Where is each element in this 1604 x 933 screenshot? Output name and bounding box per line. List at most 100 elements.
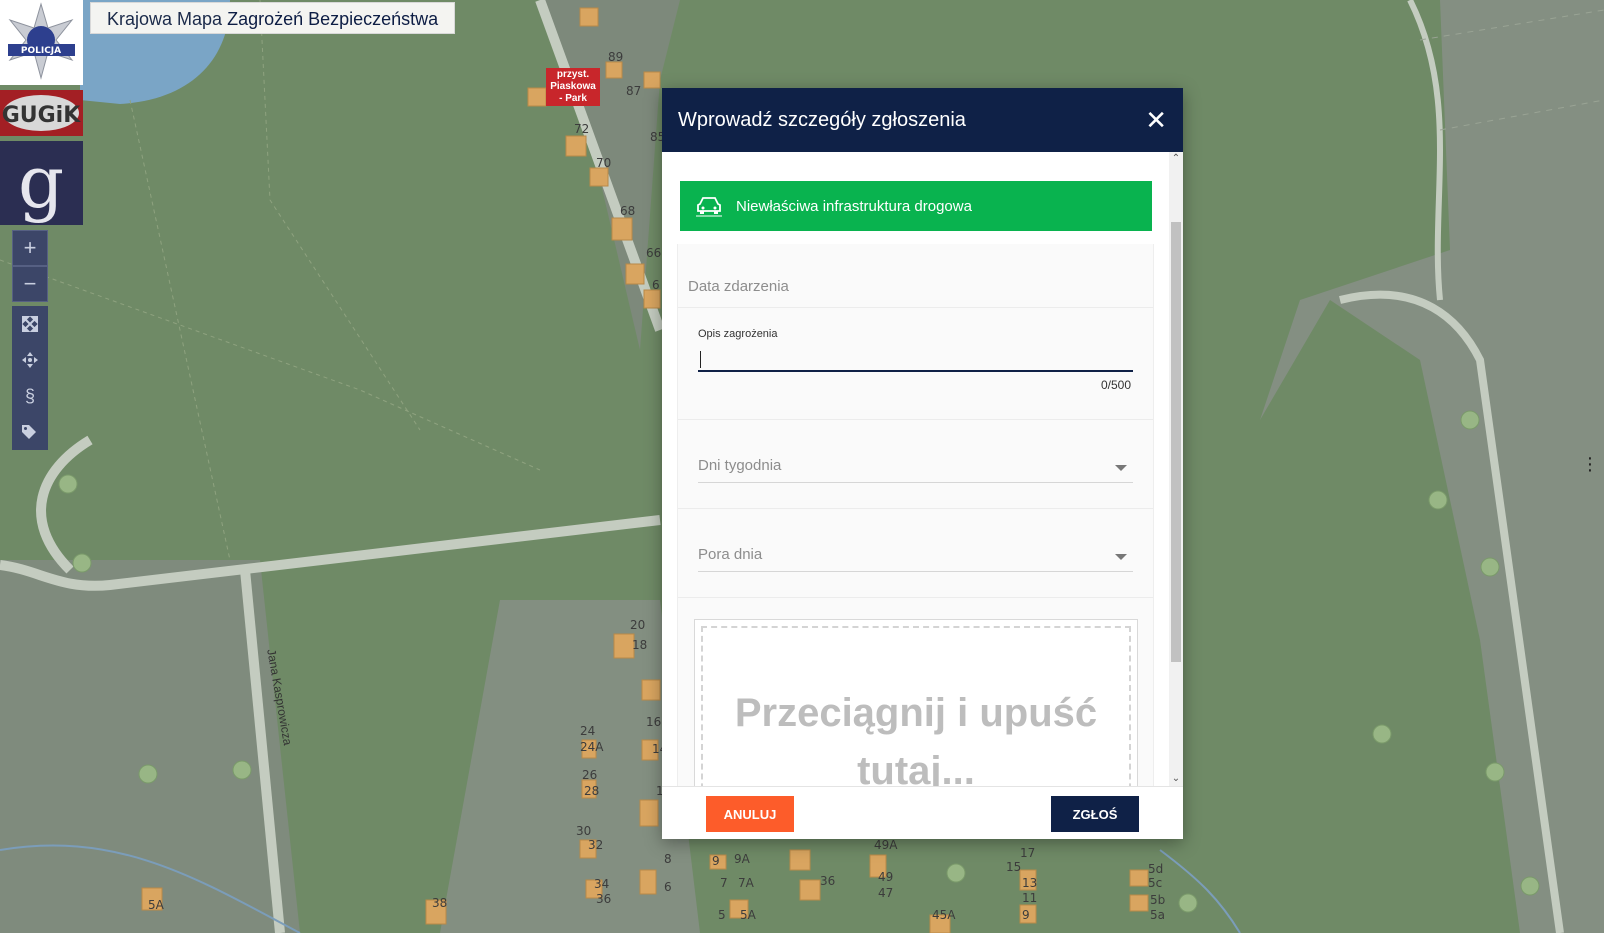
more-options-icon[interactable]: · · ·	[1586, 448, 1594, 480]
house-number: 26	[582, 768, 598, 782]
date-field[interactable]: Data zdarzenia	[678, 244, 1153, 308]
house-number: 8	[664, 852, 672, 866]
dialog-header: Wprowadź szczegóły zgłoszenia ✕	[662, 88, 1183, 152]
house-number: 20	[630, 618, 646, 632]
house-number: 15	[1006, 860, 1022, 874]
house-number: 32	[588, 838, 604, 852]
house-number: 9A	[734, 852, 750, 866]
house-number: 13	[1022, 876, 1038, 890]
house-number: 47	[878, 886, 894, 900]
chevron-down-icon	[1115, 554, 1127, 560]
close-icon[interactable]: ✕	[1145, 107, 1167, 133]
house-number: 72	[574, 122, 590, 136]
gugik-logo-graphic: GUGiK	[2, 95, 82, 131]
bus-stop-line: Piaskowa	[550, 81, 596, 92]
dialog-scrollbar[interactable]: ⌃ ⌄	[1169, 152, 1183, 786]
weekday-placeholder: Dni tygodnia	[698, 457, 782, 474]
house-number: 9	[712, 854, 720, 868]
weekday-select[interactable]: Dni tygodnia	[698, 457, 1133, 483]
file-dropzone[interactable]: Przeciągnij i upuść tutaj...	[694, 619, 1138, 786]
category-label: Niewłaściwa infrastruktura drogowa	[736, 197, 972, 215]
description-row: Opis zagrożenia 0/500	[678, 308, 1153, 420]
zoom-out-button[interactable]: −	[12, 266, 48, 302]
house-number: 17	[1020, 846, 1036, 860]
report-dialog: Wprowadź szczegóły zgłoszenia ✕ Niewłaśc…	[662, 88, 1183, 839]
description-counter: 0/500	[1100, 378, 1131, 392]
geoportal-logo-graphic: g	[18, 140, 64, 224]
cancel-button[interactable]: ANULUJ	[706, 796, 794, 832]
house-number: 49	[878, 870, 894, 884]
house-number: 11	[1022, 891, 1038, 905]
house-number: 28	[584, 784, 600, 798]
house-number: 36	[596, 892, 612, 906]
house-number: 24A	[580, 740, 604, 754]
house-number: 5	[718, 908, 726, 922]
geoportal-logo[interactable]: g	[0, 140, 83, 225]
bus-stop-label: przyst. Piaskowa - Park	[546, 68, 600, 106]
weekday-row: Dni tygodnia	[678, 420, 1153, 509]
time-of-day-placeholder: Pora dnia	[698, 546, 763, 563]
app-title-part2: Zagrożeń Bezpieczeństwa	[227, 9, 439, 29]
dialog-title: Wprowadź szczegóły zgłoszenia	[678, 108, 966, 131]
gugik-logo[interactable]: GUGiK	[0, 90, 83, 136]
house-number: 7	[720, 876, 728, 890]
text-cursor	[700, 351, 701, 368]
house-number: 5d	[1148, 862, 1164, 876]
house-number: 9	[1022, 908, 1030, 922]
house-number: 38	[432, 896, 448, 910]
bus-stop-line: - Park	[559, 93, 587, 104]
house-number: 6	[664, 880, 672, 894]
house-number: 70	[596, 156, 612, 170]
house-number: 36	[820, 874, 836, 888]
move-icon[interactable]	[12, 342, 48, 378]
description-input[interactable]	[698, 348, 1133, 372]
house-number: 5A	[740, 908, 756, 922]
house-number: 5A	[148, 898, 164, 912]
app-title: Krajowa Mapa Zagrożeń Bezpieczeństwa	[90, 2, 456, 34]
car-icon	[696, 197, 722, 217]
house-number: 89	[608, 50, 624, 64]
house-number: 7A	[738, 876, 754, 890]
dialog-body: Niewłaściwa infrastruktura drogowa Data …	[662, 152, 1183, 786]
tag-icon[interactable]	[12, 414, 48, 450]
house-number: 68	[620, 204, 636, 218]
report-form: Data zdarzenia Opis zagrożenia 0/500 Dni…	[677, 244, 1154, 786]
paragraph-icon[interactable]: §	[12, 378, 48, 414]
category-banner: Niewłaściwa infrastruktura drogowa	[680, 181, 1152, 231]
house-number: 45A	[932, 908, 956, 922]
house-number: 5c	[1148, 876, 1163, 890]
scrollbar-thumb[interactable]	[1171, 222, 1181, 662]
house-number: 6	[652, 278, 660, 292]
description-label: Opis zagrożenia	[698, 328, 778, 340]
house-number: 5a	[1150, 908, 1165, 922]
submit-button[interactable]: ZGŁOŚ	[1051, 796, 1139, 832]
house-number: 49A	[874, 838, 898, 852]
dropzone-border: Przeciągnij i upuść tutaj...	[701, 626, 1131, 786]
bus-stop-line: przyst.	[556, 69, 590, 80]
geoportal-logo-text: g	[18, 141, 64, 224]
scroll-down-icon[interactable]: ⌄	[1169, 772, 1183, 786]
gugik-logo-text: GUGiK	[2, 103, 82, 128]
house-number: 18	[632, 638, 648, 652]
app-title-part1: Krajowa Mapa	[107, 9, 223, 29]
dropzone-text: Przeciągnij i upuść tutaj...	[734, 691, 1098, 786]
police-star-icon: POLICJA	[8, 2, 75, 80]
house-number: 5b	[1150, 893, 1166, 907]
house-number: 34	[594, 877, 610, 891]
date-label: Data zdarzenia	[688, 278, 789, 295]
house-number: 16	[646, 715, 662, 729]
zoom-in-button[interactable]: +	[12, 230, 48, 266]
dialog-footer: ANULUJ ZGŁOŚ	[662, 786, 1183, 839]
time-of-day-select[interactable]: Pora dnia	[698, 546, 1133, 572]
chevron-down-icon	[1115, 465, 1127, 471]
scroll-up-icon[interactable]: ⌃	[1169, 152, 1183, 166]
house-number: 24	[580, 724, 596, 738]
house-number: 87	[626, 84, 642, 98]
house-number: 66	[646, 246, 662, 260]
time-of-day-row: Pora dnia	[678, 509, 1153, 598]
policja-logo[interactable]: POLICJA	[0, 0, 83, 85]
policja-logo-text: POLICJA	[21, 46, 61, 56]
house-number: 30	[576, 824, 592, 838]
fullscreen-icon[interactable]	[12, 306, 48, 342]
map-tools-panel: §	[12, 306, 48, 450]
